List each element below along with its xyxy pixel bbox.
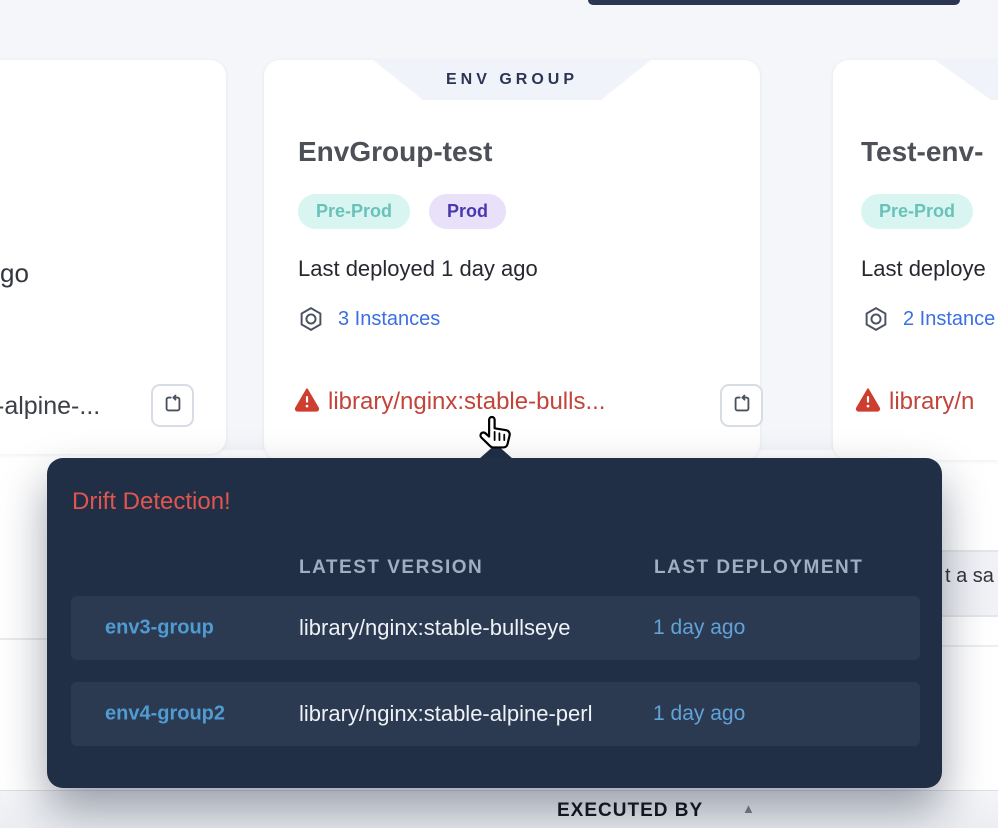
env-group-type-badge	[935, 60, 998, 100]
env-group-title: EnvGroup-test	[298, 136, 492, 168]
table-header-bar	[0, 790, 998, 828]
copy-redeploy-icon	[162, 393, 184, 418]
env-group-type-badge: ENV GROUP	[373, 60, 651, 100]
sort-ascending-icon[interactable]: ▲	[742, 801, 755, 816]
drift-table-row: env4-group2 library/nginx:stable-alpine-…	[71, 682, 920, 746]
top-toolbar-sliver	[588, 0, 960, 5]
latest-version-value: library/nginx:stable-bullseye	[299, 615, 570, 641]
warning-triangle-icon	[294, 386, 320, 417]
last-deployment-value: 1 day ago	[653, 616, 745, 640]
instances-link[interactable]: 3 Instances	[338, 308, 440, 331]
executed-by-column-header[interactable]: EXECUTED BY	[557, 800, 703, 822]
env-group-link[interactable]: env4-group2	[105, 703, 225, 726]
drifted-image-link[interactable]: library/nginx:stable-bulls...	[328, 388, 605, 416]
env-card-envgroup-test[interactable]: ENV GROUP EnvGroup-test Pre-Prod Prod La…	[264, 60, 760, 460]
instances-link[interactable]: 2 Instance	[903, 308, 995, 331]
image-alert-row[interactable]: library/nginx:stable-bulls...	[294, 386, 605, 417]
environment-badges: Pre-Prod Prod	[298, 194, 506, 229]
env-card-test-env[interactable]: Test-env- Pre-Prod Last deploye 2 Instan…	[833, 60, 998, 460]
prod-badge: Prod	[429, 194, 506, 229]
latest-version-value: library/nginx:stable-alpine-perl	[299, 701, 592, 727]
last-deployed-text: Last deploye	[861, 256, 986, 282]
env-group-link[interactable]: env3-group	[105, 617, 214, 640]
table-row-divider	[0, 638, 47, 640]
image-alert-row[interactable]: library/n	[855, 386, 974, 417]
last-deployment-value: 1 day ago	[653, 702, 745, 726]
environment-badges: Pre-Prod	[861, 194, 973, 229]
env-card-left[interactable]: go -alpine-...	[0, 60, 226, 454]
image-name-text: -alpine-...	[0, 392, 100, 421]
drift-table-row: env3-group library/nginx:stable-bullseye…	[71, 596, 920, 660]
env-group-title: Test-env-	[861, 136, 983, 168]
instances-row[interactable]: 2 Instance	[863, 306, 995, 332]
preprod-badge: Pre-Prod	[298, 194, 410, 229]
table-partial-text: t a sa	[945, 565, 994, 588]
last-deployed-text: Last deployed 1 day ago	[298, 256, 538, 282]
drifted-image-link[interactable]: library/n	[889, 388, 974, 416]
hexagon-instances-icon	[863, 306, 889, 332]
hexagon-instances-icon	[298, 306, 324, 332]
last-deployed-fragment: go	[0, 258, 29, 289]
last-deployment-column-header: LAST DEPLOYMENT	[654, 557, 863, 579]
redeploy-button[interactable]	[720, 384, 763, 427]
preprod-badge: Pre-Prod	[861, 194, 973, 229]
latest-version-column-header: LATEST VERSION	[299, 557, 483, 579]
drift-detection-title: Drift Detection!	[72, 488, 231, 516]
hand-pointer-cursor	[474, 412, 518, 460]
warning-triangle-icon	[855, 386, 881, 417]
copy-redeploy-icon	[731, 393, 753, 418]
table-row-divider	[942, 645, 998, 647]
drift-detection-tooltip: Drift Detection! LATEST VERSION LAST DEP…	[47, 458, 942, 788]
redeploy-button[interactable]	[151, 384, 194, 427]
instances-row[interactable]: 3 Instances	[298, 306, 440, 332]
